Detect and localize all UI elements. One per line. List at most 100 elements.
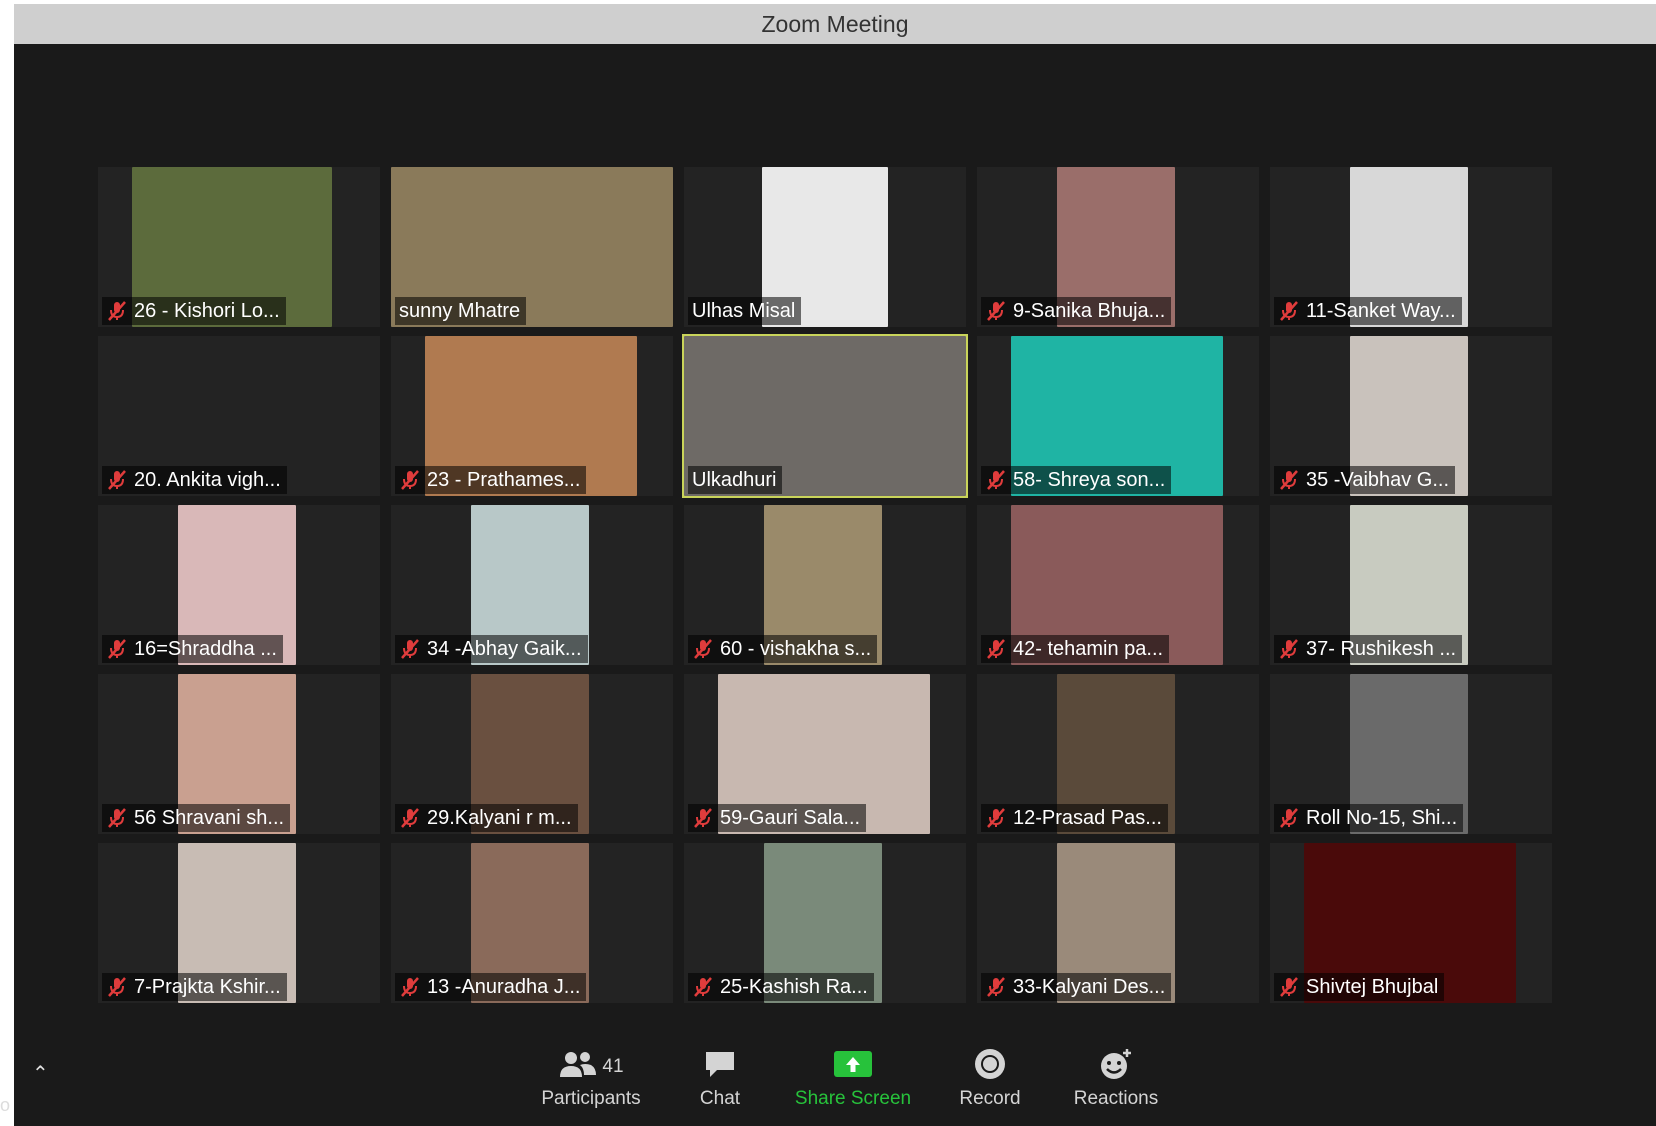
participant-name-tag: 23 - Prathames... [395, 466, 587, 494]
participant-name: 56 Shravani sh... [134, 807, 285, 829]
window-title: Zoom Meeting [14, 4, 1656, 44]
meeting-toolbar: 41 Participants Chat Share Screen Record… [14, 1046, 1656, 1126]
muted-mic-icon [108, 639, 126, 659]
participant-name: sunny Mhatre [399, 300, 521, 322]
participant-name: Ulhas Misal [692, 300, 796, 322]
participant-name: 34 -Abhay Gaik... [427, 638, 582, 660]
share-screen-button[interactable]: Share Screen [790, 1046, 916, 1110]
muted-mic-icon [1280, 977, 1298, 997]
participant-name-tag: Ulhas Misal [688, 297, 802, 325]
participant-name: 9-Sanika Bhuja... [1013, 300, 1166, 322]
participant-tile[interactable]: 42- tehamin pa... [977, 505, 1259, 665]
participant-tile[interactable]: 11-Sanket Way... [1270, 167, 1552, 327]
participant-name: 11-Sanket Way... [1306, 300, 1456, 322]
reactions-label: Reactions [1073, 1088, 1159, 1109]
participant-name: 26 - Kishori Lo... [134, 300, 280, 322]
participant-name-tag: 56 Shravani sh... [102, 804, 291, 832]
muted-mic-icon [987, 808, 1005, 828]
participant-tile[interactable]: 35 -Vaibhav G... [1270, 336, 1552, 496]
zoom-window: Zoom Meeting 26 - Kishori Lo... sunny Mha… [14, 4, 1656, 1126]
participants-icon [558, 1049, 598, 1085]
record-label: Record [959, 1088, 1021, 1109]
participant-name-tag: 33-Kalyani Des... [981, 973, 1172, 1001]
participant-name: 7-Prajkta Kshir... [134, 976, 281, 998]
participant-name-tag: 13 -Anuradha J... [395, 973, 587, 1001]
left-edge-text: o [0, 1095, 11, 1115]
muted-mic-icon [987, 977, 1005, 997]
participant-name-tag: 25-Kashish Ra... [688, 973, 874, 1001]
muted-mic-icon [401, 977, 419, 997]
participant-name-tag: 20. Ankita vigh... [102, 466, 287, 494]
participant-tile[interactable]: 23 - Prathames... [391, 336, 673, 496]
muted-mic-icon [401, 470, 419, 490]
participant-tile[interactable]: 60 - vishakha s... [684, 505, 966, 665]
share-screen-label: Share Screen [794, 1088, 912, 1109]
participant-name-tag: Ulkadhuri [688, 466, 783, 494]
participant-tile[interactable]: 9-Sanika Bhuja... [977, 167, 1259, 327]
participant-tile[interactable]: 37- Rushikesh ... [1270, 505, 1552, 665]
participant-tile[interactable]: 16=Shraddha ... [98, 505, 380, 665]
participant-tile[interactable]: 29.Kalyani r m... [391, 674, 673, 834]
record-button[interactable]: Record [950, 1046, 1030, 1110]
participant-name: 23 - Prathames... [427, 469, 581, 491]
participant-tile[interactable]: 34 -Abhay Gaik... [391, 505, 673, 665]
muted-mic-icon [987, 301, 1005, 321]
participant-name: 35 -Vaibhav G... [1306, 469, 1450, 491]
video-gallery: 26 - Kishori Lo... sunny Mhatre Ulhas Misa… [98, 167, 1552, 1003]
participant-name: 58- Shreya son... [1013, 469, 1166, 491]
participant-tile[interactable]: Roll No-15, Shi... [1270, 674, 1552, 834]
participant-name-tag: 12-Prasad Pas... [981, 804, 1168, 832]
participant-name: Ulkadhuri [692, 469, 777, 491]
participant-name: 25-Kashish Ra... [720, 976, 868, 998]
reactions-button[interactable]: Reactions [1066, 1046, 1166, 1110]
participant-tile[interactable]: 58- Shreya son... [977, 336, 1259, 496]
participant-tile[interactable]: 26 - Kishori Lo... [98, 167, 380, 327]
chat-button[interactable]: Chat [682, 1046, 758, 1110]
participants-button[interactable]: 41 Participants [536, 1046, 646, 1110]
participant-name-tag: 29.Kalyani r m... [395, 804, 578, 832]
participant-name: 60 - vishakha s... [720, 638, 872, 660]
participant-name-tag: Roll No-15, Shi... [1274, 804, 1464, 832]
participant-count: 41 [602, 1056, 624, 1077]
participant-tile[interactable]: 59-Gauri Sala... [684, 674, 966, 834]
participant-name: 33-Kalyani Des... [1013, 976, 1166, 998]
participant-name-tag: 9-Sanika Bhuja... [981, 297, 1172, 325]
participant-name: 16=Shraddha ... [134, 638, 277, 660]
participant-tile[interactable]: 20. Ankita vigh... [98, 336, 380, 496]
participant-name: 37- Rushikesh ... [1306, 638, 1457, 660]
participant-name: Roll No-15, Shi... [1306, 807, 1458, 829]
participant-name: 59-Gauri Sala... [720, 807, 861, 829]
participant-tile[interactable]: Ulhas Misal [684, 167, 966, 327]
muted-mic-icon [108, 808, 126, 828]
participant-tile[interactable]: 13 -Anuradha J... [391, 843, 673, 1003]
participant-tile[interactable]: 12-Prasad Pas... [977, 674, 1259, 834]
muted-mic-icon [401, 639, 419, 659]
muted-mic-icon [1280, 470, 1298, 490]
participant-tile[interactable]: 56 Shravani sh... [98, 674, 380, 834]
participant-name-tag: 42- tehamin pa... [981, 635, 1170, 663]
participant-name: 42- tehamin pa... [1013, 638, 1164, 660]
participant-name-tag: 26 - Kishori Lo... [102, 297, 286, 325]
participants-label: Participants [541, 1088, 641, 1109]
reactions-icon [1096, 1047, 1136, 1087]
chat-icon [703, 1049, 737, 1085]
chat-label: Chat [699, 1088, 741, 1109]
participant-name-tag: 59-Gauri Sala... [688, 804, 867, 832]
participant-tile[interactable]: 33-Kalyani Des... [977, 843, 1259, 1003]
participant-tile[interactable]: 25-Kashish Ra... [684, 843, 966, 1003]
muted-mic-icon [987, 470, 1005, 490]
muted-mic-icon [694, 808, 712, 828]
participant-tile[interactable]: Ulkadhuri [682, 334, 968, 498]
participant-name-tag: 58- Shreya son... [981, 466, 1172, 494]
participant-name-tag: 16=Shraddha ... [102, 635, 283, 663]
participant-tile[interactable]: Shivtej Bhujbal [1270, 843, 1552, 1003]
participant-name-tag: 37- Rushikesh ... [1274, 635, 1463, 663]
participant-name: 29.Kalyani r m... [427, 807, 572, 829]
muted-mic-icon [108, 470, 126, 490]
participant-name: 12-Prasad Pas... [1013, 807, 1162, 829]
participant-name-tag: 34 -Abhay Gaik... [395, 635, 588, 663]
share-screen-icon [833, 1049, 873, 1085]
participant-tile[interactable]: sunny Mhatre [391, 167, 673, 327]
participant-tile[interactable]: 7-Prajkta Kshir... [98, 843, 380, 1003]
muted-mic-icon [108, 301, 126, 321]
